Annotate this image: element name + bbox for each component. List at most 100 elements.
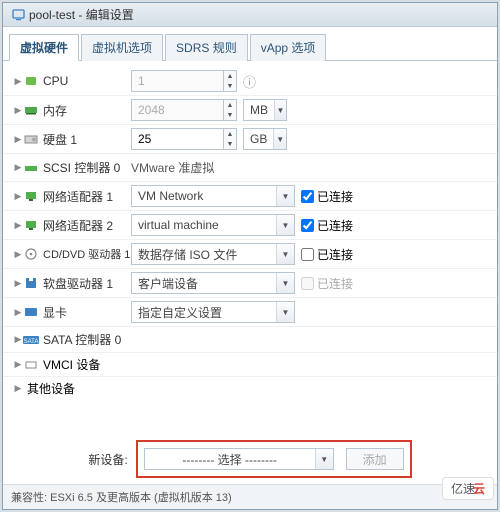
- watermark: 亿速云: [442, 477, 494, 500]
- net1-value: VM Network: [132, 186, 276, 206]
- tab-vapp[interactable]: vApp 选项: [250, 34, 327, 61]
- row-vmci: ▶ VMCI 设备: [3, 352, 497, 376]
- add-button[interactable]: 添加: [346, 448, 404, 470]
- row-disk: ▶ 硬盘 1 ▲▼ GB ▼: [3, 124, 497, 153]
- chevron-right-icon[interactable]: ▶: [13, 249, 23, 260]
- floppy-connected-checkbox: [301, 277, 314, 290]
- chevron-down-icon: ▼: [276, 215, 294, 235]
- row-floppy: ▶ 软盘驱动器 1 客户端设备 ▼ 已连接: [3, 268, 497, 297]
- row-net1: ▶ 网络适配器 1 VM Network ▼ 已连接: [3, 181, 497, 210]
- spinner-up-icon[interactable]: ▲: [224, 71, 236, 81]
- network-icon: [23, 189, 39, 203]
- cd-value: 数据存储 ISO 文件: [132, 244, 276, 264]
- net2-value: virtual machine: [132, 215, 276, 235]
- cpu-spinner[interactable]: ▲▼: [131, 70, 237, 92]
- spinner-down-icon[interactable]: ▼: [224, 81, 236, 91]
- memory-icon: [23, 103, 39, 117]
- row-scsi: ▶ SCSI 控制器 0 VMware 准虚拟: [3, 153, 497, 181]
- cd-connected-label: 已连接: [317, 246, 353, 263]
- chevron-right-icon[interactable]: ▶: [13, 191, 23, 202]
- row-sata: ▶ SATA SATA 控制器 0: [3, 326, 497, 352]
- chevron-right-icon[interactable]: ▶: [13, 76, 23, 87]
- watermark-a: 亿速: [451, 482, 475, 496]
- memory-value[interactable]: [131, 99, 223, 121]
- highlight-box: -------- 选择 -------- ▼ 添加: [136, 440, 412, 478]
- chevron-right-icon[interactable]: ▶: [13, 383, 23, 394]
- new-device-select[interactable]: -------- 选择 -------- ▼: [144, 448, 334, 470]
- chevron-down-icon: ▼: [273, 129, 286, 149]
- tab-hardware[interactable]: 虚拟硬件: [9, 34, 79, 61]
- floppy-select[interactable]: 客户端设备 ▼: [131, 272, 295, 294]
- tab-sdrs[interactable]: SDRS 规则: [165, 34, 248, 61]
- scsi-value: VMware 准虚拟: [131, 157, 214, 178]
- disk-label: 硬盘 1: [43, 131, 77, 148]
- cpu-icon: [23, 74, 39, 88]
- cpu-value[interactable]: [131, 70, 223, 92]
- row-cd: ▶ CD/DVD 驱动器 1 数据存储 ISO 文件 ▼ 已连接: [3, 239, 497, 268]
- net1-label: 网络适配器 1: [43, 188, 113, 205]
- net2-connected[interactable]: 已连接: [301, 217, 353, 234]
- memory-unit-select[interactable]: MB ▼: [243, 99, 287, 121]
- vm-icon: [11, 8, 25, 22]
- row-net2: ▶ 网络适配器 2 virtual machine ▼ 已连接: [3, 210, 497, 239]
- cd-connected-checkbox[interactable]: [301, 248, 314, 261]
- row-other: ▶ 其他设备: [3, 376, 497, 400]
- disk-icon: [23, 132, 39, 146]
- watermark-b: 云: [473, 482, 485, 496]
- memory-label: 内存: [43, 102, 67, 119]
- info-icon[interactable]: ⓘ: [243, 72, 256, 91]
- svg-text:SATA: SATA: [24, 339, 39, 345]
- cd-connected[interactable]: 已连接: [301, 246, 353, 263]
- chevron-right-icon[interactable]: ▶: [13, 278, 23, 289]
- disk-value[interactable]: [131, 128, 223, 150]
- net1-select[interactable]: VM Network ▼: [131, 185, 295, 207]
- disk-unit-select[interactable]: GB ▼: [243, 128, 287, 150]
- net1-connected-checkbox[interactable]: [301, 190, 314, 203]
- spinner-up-icon[interactable]: ▲: [224, 100, 236, 110]
- spinner-up-icon[interactable]: ▲: [224, 129, 236, 139]
- cd-icon: [23, 247, 39, 261]
- net1-connected[interactable]: 已连接: [301, 188, 353, 205]
- memory-spinner[interactable]: ▲▼: [131, 99, 237, 121]
- disk-unit-value: GB: [244, 129, 273, 149]
- chevron-right-icon[interactable]: ▶: [13, 334, 23, 345]
- network-icon: [23, 218, 39, 232]
- chevron-right-icon[interactable]: ▶: [13, 359, 23, 370]
- floppy-label: 软盘驱动器 1: [43, 275, 113, 292]
- chevron-down-icon: ▼: [276, 244, 294, 264]
- video-icon: [23, 305, 39, 319]
- spinner-down-icon[interactable]: ▼: [224, 139, 236, 149]
- floppy-connected: 已连接: [301, 275, 353, 292]
- chevron-down-icon: ▼: [276, 302, 294, 322]
- floppy-icon: [23, 276, 39, 290]
- net2-label: 网络适配器 2: [43, 217, 113, 234]
- compatibility-bar: 兼容性: ESXi 6.5 及更高版本 (虚拟机版本 13): [3, 484, 497, 509]
- dialog-titlebar: pool-test - 编辑设置: [3, 3, 497, 27]
- vmci-label: VMCI 设备: [43, 356, 100, 373]
- cd-select[interactable]: 数据存储 ISO 文件 ▼: [131, 243, 295, 265]
- chevron-right-icon[interactable]: ▶: [13, 307, 23, 318]
- chevron-right-icon[interactable]: ▶: [13, 162, 23, 173]
- chevron-right-icon[interactable]: ▶: [13, 105, 23, 116]
- disk-spinner[interactable]: ▲▼: [131, 128, 237, 150]
- net2-connected-checkbox[interactable]: [301, 219, 314, 232]
- net2-select[interactable]: virtual machine ▼: [131, 214, 295, 236]
- vmci-icon: [23, 358, 39, 372]
- tabs: 虚拟硬件 虚拟机选项 SDRS 规则 vApp 选项: [3, 27, 497, 61]
- chevron-down-icon: ▼: [274, 100, 286, 120]
- sata-label: SATA 控制器 0: [43, 331, 121, 348]
- row-cpu: ▶ CPU ▲▼ ⓘ: [3, 67, 497, 95]
- scsi-label: SCSI 控制器 0: [43, 159, 120, 176]
- new-device-footer: 新设备: -------- 选择 -------- ▼ 添加: [3, 400, 497, 484]
- chevron-right-icon[interactable]: ▶: [13, 134, 23, 145]
- scsi-icon: [23, 161, 39, 175]
- cpu-label: CPU: [43, 74, 68, 88]
- spinner-down-icon[interactable]: ▼: [224, 110, 236, 120]
- edit-settings-dialog: pool-test - 编辑设置 虚拟硬件 虚拟机选项 SDRS 规则 vApp…: [2, 2, 498, 510]
- chevron-down-icon: ▼: [276, 186, 294, 206]
- tab-vm-options[interactable]: 虚拟机选项: [81, 34, 163, 61]
- video-value: 指定自定义设置: [132, 302, 276, 322]
- cd-label: CD/DVD 驱动器 1: [43, 246, 130, 262]
- chevron-right-icon[interactable]: ▶: [13, 220, 23, 231]
- video-select[interactable]: 指定自定义设置 ▼: [131, 301, 295, 323]
